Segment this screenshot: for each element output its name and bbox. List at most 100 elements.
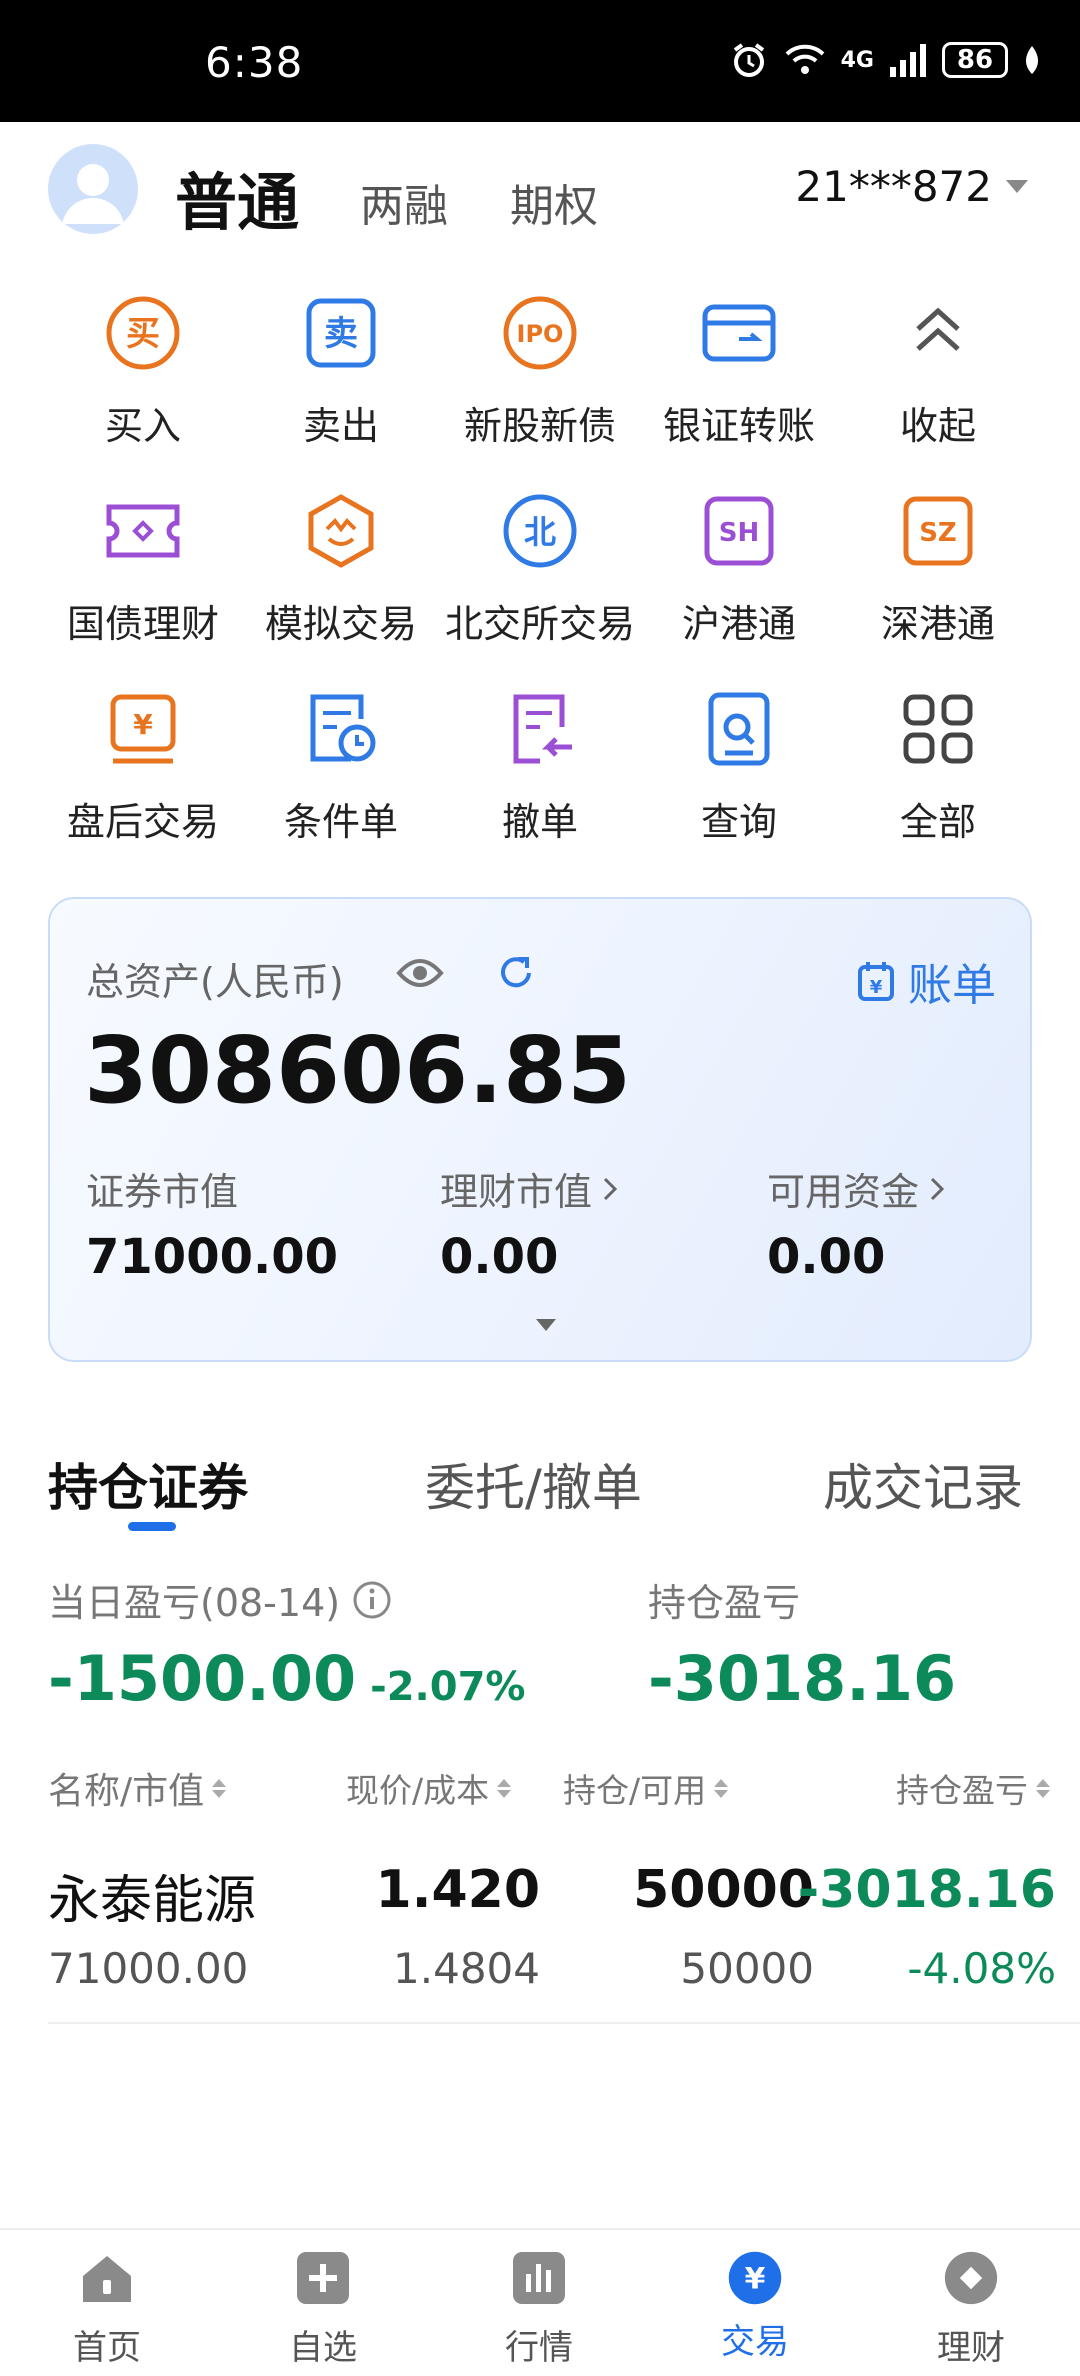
action-after-hours[interactable]: ¥ 盘后交易 [43,689,243,869]
column-header-pnl[interactable]: 持仓盈亏 [896,1764,1050,1812]
column-header-holding[interactable]: 持仓/可用 [563,1764,729,1812]
column-header-name[interactable]: 名称/市值 [48,1762,227,1814]
column-header-label: 持仓盈亏 [896,1771,1028,1810]
info-icon[interactable] [352,1580,392,1620]
action-label: 银证转账 [662,404,815,448]
action-label: 北交所交易 [444,602,635,646]
available-funds-link[interactable]: 可用资金 [767,1161,945,1216]
daily-pnl-label: 当日盈亏(08-14) [48,1581,341,1625]
collapse-icon [898,293,978,373]
action-bank-transfer[interactable]: 银证转账 [639,293,839,473]
action-treasury[interactable]: 国债理财 [43,491,243,671]
action-ipo[interactable]: IPO 新股新债 [440,293,640,473]
action-collapse[interactable]: 收起 [838,293,1038,473]
action-sh-connect[interactable]: SH 沪港通 [639,491,839,671]
securities-value: 71000.00 [86,1229,339,1285]
action-cancel-order[interactable]: 撤单 [440,689,640,869]
nav-watchlist[interactable]: 自选 [243,2250,403,2369]
asset-summary-card: 总资产(人民币) ¥ 账单 308606.85 证券市值 71000.00 理财… [48,897,1032,1362]
table-row[interactable]: 永泰能源 71000.00 1.420 1.4804 50000 50000 -… [48,1848,1080,2024]
account-type-options[interactable]: 期权 [510,170,598,234]
market-chart-icon [511,2250,567,2306]
svg-text:SZ: SZ [919,518,957,548]
column-header-label: 持仓/可用 [563,1771,707,1810]
expand-down-icon[interactable] [534,1317,558,1333]
bill-calendar-icon: ¥ [858,962,894,1001]
chevron-down-icon [1006,180,1028,193]
bill-button[interactable]: ¥ 账单 [856,949,996,1013]
sell-icon: 卖 [301,293,381,373]
tab-orders[interactable]: 委托/撤单 [425,1448,642,1520]
action-conditional-order[interactable]: 条件单 [241,689,441,869]
nav-trade[interactable]: ¥ 交易 [675,2250,835,2363]
alarm-icon [733,43,764,77]
daily-pnl: -1500.00 -2.07% [48,1642,526,1715]
stock-name: 永泰能源 [48,1871,257,1931]
quick-actions-grid: 买 买入 卖 卖出 IPO 新股新债 银证转账 收起 国债理财 模拟交易 北 北… [43,293,1037,853]
action-label: 买入 [104,404,181,448]
nav-wealth[interactable]: 理财 [891,2250,1051,2369]
ipo-icon: IPO [500,293,580,373]
chevron-right-icon [603,1177,618,1200]
svg-text:¥: ¥ [745,2262,766,2297]
cost-price: 1.4804 [393,1944,540,1993]
cancel-order-icon [500,689,580,769]
tab-trade-history[interactable]: 成交记录 [823,1448,1023,1520]
svg-text:IPO: IPO [517,320,564,348]
network-type: 4G [840,47,874,73]
holding-qty: 50000 [633,1860,814,1920]
action-label: 查询 [700,800,777,844]
tab-indicator [128,1522,176,1531]
action-buy[interactable]: 买 买入 [43,293,243,473]
action-simulation[interactable]: 模拟交易 [241,491,441,671]
action-sz-connect[interactable]: SZ 深港通 [838,491,1038,671]
daily-pnl-header: 当日盈亏(08-14) [48,1572,392,1627]
action-bse[interactable]: 北 北交所交易 [440,491,640,671]
watchlist-add-icon [295,2250,351,2306]
position-pnl-value: -3018.16 [648,1642,957,1715]
wealth-value: 0.00 [440,1229,559,1285]
battery-indicator: 86 [942,42,1008,78]
nav-label: 行情 [505,2328,573,2368]
buy-icon: 买 [103,293,183,373]
leaf-icon [1026,46,1038,74]
nav-label: 自选 [289,2328,357,2368]
available-funds-label: 可用资金 [767,1170,920,1214]
available-funds-value: 0.00 [767,1229,886,1285]
sort-icon [497,1778,512,1798]
position-pnl-label: 持仓盈亏 [648,1581,801,1625]
account-type-normal[interactable]: 普通 [175,152,299,242]
eye-icon[interactable] [396,955,444,991]
action-sell[interactable]: 卖 卖出 [241,293,441,473]
action-label: 收起 [899,404,976,448]
action-query[interactable]: 查询 [639,689,839,869]
tab-positions[interactable]: 持仓证券 [48,1448,248,1520]
column-header-price[interactable]: 现价/成本 [346,1764,512,1812]
nav-home[interactable]: 首页 [27,2250,187,2369]
action-label: 全部 [899,800,976,844]
nav-label: 首页 [73,2328,141,2368]
wealth-value-link[interactable]: 理财市值 [440,1161,618,1216]
bank-card-icon [699,293,779,373]
action-label: 撤单 [501,800,578,844]
bottom-nav: 首页 自选 行情 ¥ 交易 理财 [0,2228,1080,2376]
account-id: 21***872 [795,162,992,211]
sz-connect-icon: SZ [898,491,978,571]
column-header-label: 名称/市值 [48,1771,205,1812]
svg-text:SH: SH [719,518,760,548]
wifi-icon [785,44,825,74]
home-icon [79,2250,135,2306]
action-label: 条件单 [283,800,398,844]
svg-text:北: 北 [524,513,556,551]
account-selector[interactable]: 21***872 [795,162,1028,211]
refresh-icon[interactable] [496,953,536,993]
avatar[interactable] [48,144,138,234]
action-all[interactable]: 全部 [838,689,1038,869]
action-label: 新股新债 [463,404,616,448]
svg-text:买: 买 [126,314,160,354]
nav-market[interactable]: 行情 [459,2250,619,2369]
all-grid-icon [898,689,978,769]
total-assets-value: 308606.85 [84,1017,632,1124]
sort-icon [212,1778,227,1798]
account-type-margin[interactable]: 两融 [360,170,448,234]
